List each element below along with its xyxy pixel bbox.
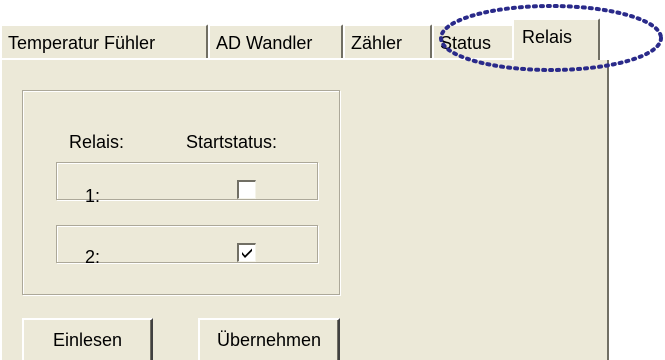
- relais-group-box: Relais: Startstatus: 1: 2:: [22, 90, 340, 295]
- tab-label: Status: [440, 33, 492, 53]
- checkmark-icon: [242, 248, 252, 258]
- tab-ad-wandler[interactable]: AD Wandler: [208, 24, 343, 58]
- tab-label: Relais: [522, 27, 573, 47]
- tab-temperatur-fuehler[interactable]: Temperatur Fühler: [0, 24, 208, 58]
- uebernehmen-button[interactable]: Übernehmen: [198, 318, 340, 360]
- tab-label: AD Wandler: [216, 33, 313, 53]
- tab-status[interactable]: Status: [432, 24, 514, 58]
- tab-zaehler[interactable]: Zähler: [343, 24, 432, 58]
- einlesen-button[interactable]: Einlesen: [22, 318, 153, 360]
- tab-label: Zähler: [351, 33, 403, 53]
- column-header-startstatus: Startstatus:: [186, 132, 278, 152]
- relais-row-1: 1:: [56, 162, 318, 206]
- relais-number: 1:: [85, 186, 101, 206]
- startstatus-checkbox-1[interactable]: [237, 180, 256, 199]
- relais-row-2: 2:: [56, 225, 318, 267]
- relais-number: 2:: [85, 247, 101, 267]
- startstatus-checkbox-2[interactable]: [237, 243, 256, 262]
- column-header-relais: Relais:: [69, 132, 125, 152]
- tab-relais[interactable]: Relais: [512, 18, 600, 60]
- tab-label: Temperatur Fühler: [8, 33, 156, 53]
